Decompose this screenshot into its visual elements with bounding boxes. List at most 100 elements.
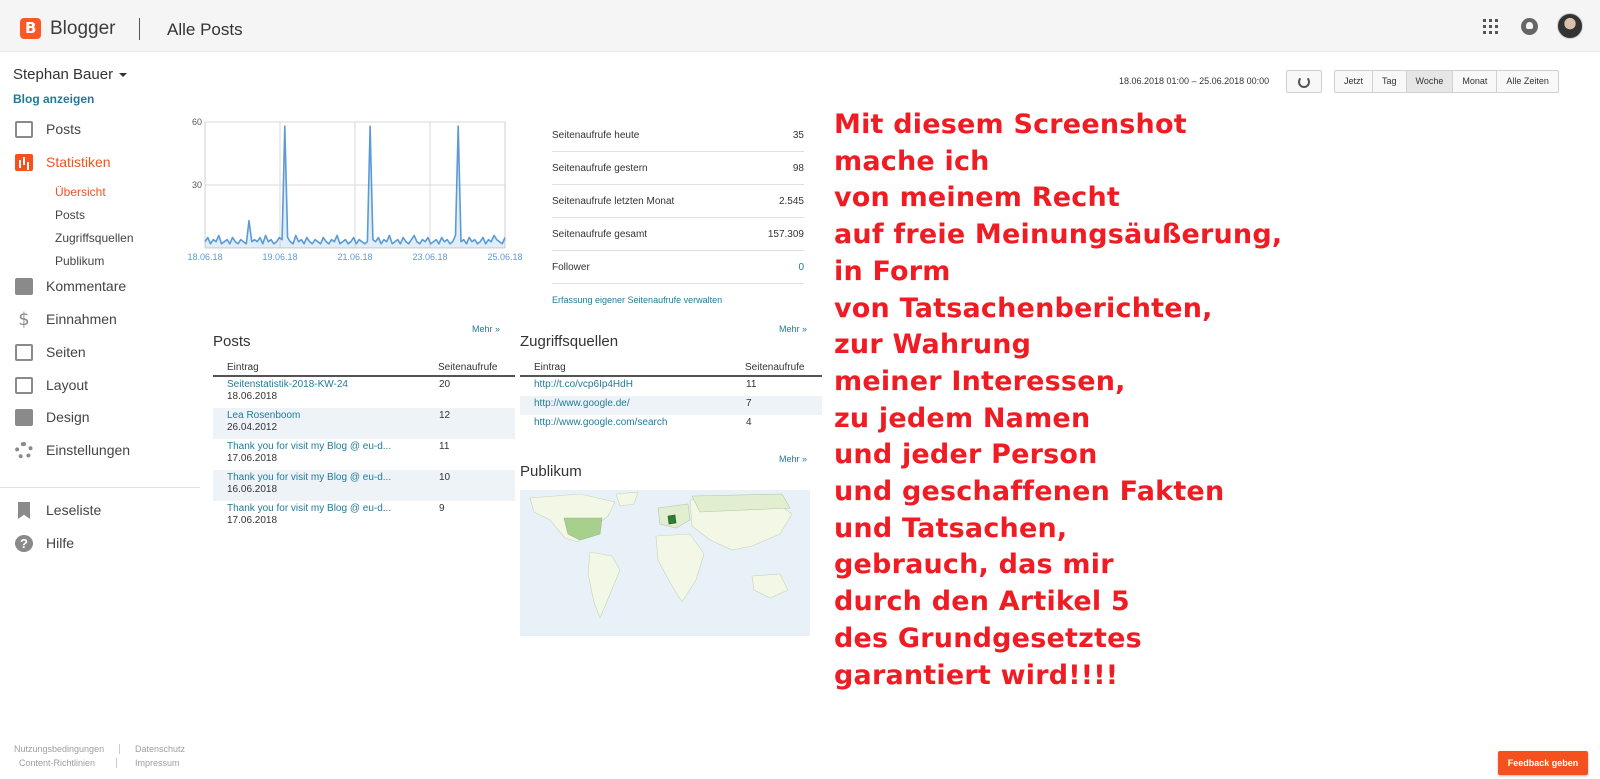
footer-divider <box>119 744 120 754</box>
y-tick-label: 30 <box>192 180 202 190</box>
sidebar-item-einstellungen[interactable]: Einstellungen <box>0 438 200 464</box>
refresh-button[interactable] <box>1286 70 1322 93</box>
view-blog-link[interactable]: Blog anzeigen <box>13 92 94 106</box>
apps-grid-icon[interactable] <box>1483 19 1498 34</box>
x-tick-label: 23.06.18 <box>412 252 447 262</box>
post-date: 26.04.2012 <box>227 422 278 433</box>
sidebar-item-design[interactable]: Design <box>0 405 200 431</box>
sidebar-sub-publikum[interactable]: Publikum <box>55 254 104 268</box>
post-views: 20 <box>439 379 451 390</box>
overlay-line: und jeder Person <box>834 439 1098 471</box>
posts-more-link[interactable]: Mehr » <box>472 324 500 334</box>
source-url-link[interactable]: http://www.google.de/ <box>534 398 630 409</box>
post-title-link[interactable]: Thank you for visit my Blog @ eu-d... <box>227 472 391 483</box>
sidebar-item-leseliste[interactable]: Leseliste <box>0 498 200 524</box>
dollar-icon: $ <box>18 309 30 330</box>
paint-roller-icon <box>15 409 33 426</box>
post-date: 16.06.2018 <box>227 484 278 495</box>
source-views: 4 <box>746 417 752 428</box>
pageviews-chart: 60 30 18.06.18 19.06.18 21.06.18 23.06.18 25.0… <box>185 115 530 270</box>
table-row: Thank you for visit my Blog @ eu-d... 16… <box>213 470 515 501</box>
overlay-line: von Tatsachenberichten, <box>834 292 1213 324</box>
caret-down-icon <box>119 73 128 78</box>
overlay-line: durch den Artikel 5 <box>834 586 1130 618</box>
overlay-line: mache ich <box>834 145 990 177</box>
sources-table: Eintrag Seitenaufrufe http://t.co/vcp6Ip… <box>520 360 822 434</box>
terms-link[interactable]: Nutzungsbedingungen <box>14 744 104 754</box>
table-row: http://t.co/vcp6Ip4HdH 11 <box>520 377 822 396</box>
overlay-line: und geschaffenen Fakten <box>834 476 1225 508</box>
post-views: 9 <box>439 503 445 514</box>
post-title-link[interactable]: Seitenstatistik-2018-KW-24 <box>227 379 348 390</box>
post-title-link[interactable]: Thank you for visit my Blog @ eu-d... <box>227 503 391 514</box>
stat-value: 157.309 <box>767 229 804 240</box>
top-bar: B Blogger Alle Posts <box>0 0 1600 52</box>
post-date: 17.06.2018 <box>227 515 278 526</box>
stat-label: Seitenaufrufe gestern <box>552 163 648 174</box>
map-south-america <box>587 551 621 619</box>
column-header-entry: Eintrag <box>227 362 259 373</box>
imprint-link[interactable]: Impressum <box>135 758 180 768</box>
blogger-logo-icon[interactable]: B <box>20 18 41 39</box>
comment-icon <box>15 278 33 295</box>
map-australia <box>751 573 789 599</box>
table-header: Eintrag Seitenaufrufe <box>213 360 515 377</box>
stat-value: 35 <box>792 130 804 141</box>
sidebar-item-label: Design <box>46 409 90 425</box>
sidebar-item-label: Layout <box>46 377 89 393</box>
footer-divider <box>116 758 117 768</box>
privacy-link[interactable]: Datenschutz <box>135 744 185 754</box>
sidebar-item-label: Hilfe <box>46 535 75 551</box>
content-policy-link[interactable]: Content-Richtlinien <box>19 758 95 768</box>
range-week-button[interactable]: Woche <box>1406 71 1454 92</box>
sources-more-link[interactable]: Mehr » <box>779 324 807 334</box>
range-now-button[interactable]: Jetzt <box>1335 71 1374 92</box>
follower-count-link[interactable]: 0 <box>798 262 804 273</box>
post-views: 11 <box>439 441 450 452</box>
x-tick-label: 21.06.18 <box>337 252 372 262</box>
map-germany <box>667 514 677 525</box>
sidebar-item-label: Einstellungen <box>46 442 131 458</box>
y-tick-label: 60 <box>192 117 202 127</box>
notifications-icon[interactable] <box>1521 18 1538 35</box>
range-month-button[interactable]: Monat <box>1453 71 1498 92</box>
sidebar-item-hilfe[interactable]: ? Hilfe <box>0 531 200 557</box>
stat-label: Seitenaufrufe heute <box>552 130 640 141</box>
date-range-label: 18.06.2018 01:00 – 25.06.2018 00:00 <box>1119 76 1270 86</box>
map-greenland <box>615 491 639 507</box>
source-url-link[interactable]: http://t.co/vcp6Ip4HdH <box>534 379 633 390</box>
sidebar-sub-zugriffsquellen[interactable]: Zugriffsquellen <box>55 231 134 245</box>
range-day-button[interactable]: Tag <box>1373 71 1407 92</box>
layout-icon <box>15 377 33 394</box>
audience-more-link[interactable]: Mehr » <box>779 454 807 464</box>
source-url-link[interactable]: http://www.google.com/search <box>534 417 667 428</box>
sidebar-item-posts[interactable]: Posts <box>0 117 200 143</box>
sidebar-item-kommentare[interactable]: Kommentare <box>0 274 200 300</box>
range-all-button[interactable]: Alle Zeiten <box>1497 71 1558 92</box>
avatar[interactable] <box>1557 13 1583 39</box>
feedback-button[interactable]: Feedback geben <box>1498 751 1588 775</box>
manage-pageviews-link[interactable]: Erfassung eigener Seitenaufrufe verwalte… <box>552 295 722 305</box>
stat-label: Follower <box>552 262 590 273</box>
sidebar-item-label: Statistiken <box>46 154 111 170</box>
sidebar-item-seiten[interactable]: Seiten <box>0 340 200 366</box>
account-selector[interactable]: Stephan Bauer <box>13 66 128 83</box>
sidebar-item-einnahmen[interactable]: $ Einnahmen <box>0 307 200 333</box>
sidebar-sub-posts[interactable]: Posts <box>55 208 85 222</box>
brand-name[interactable]: Blogger <box>50 18 116 40</box>
stat-row-yesterday: Seitenaufrufe gestern 98 <box>552 152 804 185</box>
post-title-link[interactable]: Thank you for visit my Blog @ eu-d... <box>227 441 391 452</box>
x-tick-label: 19.06.18 <box>262 252 297 262</box>
pages-icon <box>15 344 33 361</box>
bookmark-icon <box>18 502 30 519</box>
posts-section-title: Posts <box>213 333 251 350</box>
table-row: http://www.google.com/search 4 <box>520 415 822 434</box>
sidebar-item-label: Kommentare <box>46 278 127 294</box>
sidebar-sub-uebersicht[interactable]: Übersicht <box>55 185 106 199</box>
overlay-line: meiner Interessen, <box>834 365 1126 397</box>
sidebar-item-statistiken[interactable]: Statistiken <box>0 150 200 176</box>
stat-row-today: Seitenaufrufe heute 35 <box>552 119 804 152</box>
overlay-line: garantiert wird!!!! <box>834 659 1119 691</box>
post-title-link[interactable]: Lea Rosenboom <box>227 410 300 421</box>
sidebar-item-layout[interactable]: Layout <box>0 373 200 399</box>
